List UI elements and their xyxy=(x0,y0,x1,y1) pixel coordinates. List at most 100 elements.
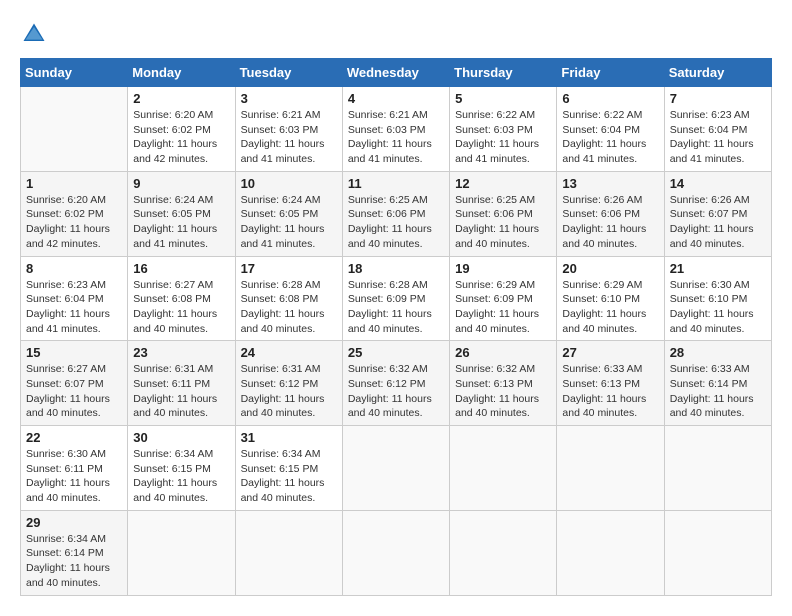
day-number: 3 xyxy=(241,91,337,106)
calendar-cell: 13 Sunrise: 6:26 AM Sunset: 6:06 PM Dayli… xyxy=(557,171,664,256)
calendar-cell: 29 Sunrise: 6:34 AM Sunset: 6:14 PM Dayli… xyxy=(21,510,128,595)
calendar-cell: 8 Sunrise: 6:23 AM Sunset: 6:04 PM Daylig… xyxy=(21,256,128,341)
day-info: Sunrise: 6:30 AM Sunset: 6:11 PM Dayligh… xyxy=(26,447,122,506)
day-number: 17 xyxy=(241,261,337,276)
day-info: Sunrise: 6:23 AM Sunset: 6:04 PM Dayligh… xyxy=(26,278,122,337)
day-number: 26 xyxy=(455,345,551,360)
calendar-cell: 3Sunrise: 6:21 AM Sunset: 6:03 PM Daylig… xyxy=(235,87,342,172)
day-info: Sunrise: 6:24 AM Sunset: 6:05 PM Dayligh… xyxy=(241,193,337,252)
calendar-cell xyxy=(557,510,664,595)
calendar-cell: 7 Sunrise: 6:23 AM Sunset: 6:04 PM Daylig… xyxy=(664,87,771,172)
day-number: 8 xyxy=(26,261,122,276)
day-info: Sunrise: 6:22 AM Sunset: 6:04 PM Dayligh… xyxy=(562,108,658,167)
day-number: 1 xyxy=(26,176,122,191)
day-number: 30 xyxy=(133,430,229,445)
calendar-cell xyxy=(557,426,664,511)
calendar-cell: 27Sunrise: 6:33 AM Sunset: 6:13 PM Dayli… xyxy=(557,341,664,426)
day-header-tuesday: Tuesday xyxy=(235,59,342,87)
week-row-2: 8 Sunrise: 6:23 AM Sunset: 6:04 PM Daylig… xyxy=(21,256,772,341)
day-number: 2 xyxy=(133,91,229,106)
day-number: 20 xyxy=(562,261,658,276)
day-number: 5 xyxy=(455,91,551,106)
calendar-cell: 21Sunrise: 6:30 AM Sunset: 6:10 PM Dayli… xyxy=(664,256,771,341)
day-info: Sunrise: 6:26 AM Sunset: 6:06 PM Dayligh… xyxy=(562,193,658,252)
day-info: Sunrise: 6:22 AM Sunset: 6:03 PM Dayligh… xyxy=(455,108,551,167)
calendar-cell xyxy=(664,426,771,511)
day-number: 15 xyxy=(26,345,122,360)
day-info: Sunrise: 6:25 AM Sunset: 6:06 PM Dayligh… xyxy=(348,193,444,252)
day-info: Sunrise: 6:20 AM Sunset: 6:02 PM Dayligh… xyxy=(26,193,122,252)
day-info: Sunrise: 6:26 AM Sunset: 6:07 PM Dayligh… xyxy=(670,193,766,252)
calendar-cell: 24 Sunrise: 6:31 AM Sunset: 6:12 PM Dayli… xyxy=(235,341,342,426)
day-number: 6 xyxy=(562,91,658,106)
calendar-cell: 11Sunrise: 6:25 AM Sunset: 6:06 PM Dayli… xyxy=(342,171,449,256)
calendar-cell: 16 Sunrise: 6:27 AM Sunset: 6:08 PM Dayli… xyxy=(128,256,235,341)
day-number: 16 xyxy=(133,261,229,276)
calendar-cell xyxy=(664,510,771,595)
week-row-1: 1 Sunrise: 6:20 AM Sunset: 6:02 PM Daylig… xyxy=(21,171,772,256)
week-row-4: 22 Sunrise: 6:30 AM Sunset: 6:11 PM Dayli… xyxy=(21,426,772,511)
calendar-cell xyxy=(128,510,235,595)
day-number: 22 xyxy=(26,430,122,445)
day-header-sunday: Sunday xyxy=(21,59,128,87)
day-number: 29 xyxy=(26,515,122,530)
day-info: Sunrise: 6:33 AM Sunset: 6:14 PM Dayligh… xyxy=(670,362,766,421)
day-info: Sunrise: 6:31 AM Sunset: 6:12 PM Dayligh… xyxy=(241,362,337,421)
day-info: Sunrise: 6:23 AM Sunset: 6:04 PM Dayligh… xyxy=(670,108,766,167)
day-number: 7 xyxy=(670,91,766,106)
day-info: Sunrise: 6:33 AM Sunset: 6:13 PM Dayligh… xyxy=(562,362,658,421)
calendar-cell: 5 Sunrise: 6:22 AM Sunset: 6:03 PM Daylig… xyxy=(450,87,557,172)
calendar-cell: 15 Sunrise: 6:27 AM Sunset: 6:07 PM Dayli… xyxy=(21,341,128,426)
calendar-cell: 10 Sunrise: 6:24 AM Sunset: 6:05 PM Dayli… xyxy=(235,171,342,256)
day-info: Sunrise: 6:25 AM Sunset: 6:06 PM Dayligh… xyxy=(455,193,551,252)
calendar-cell: 30 Sunrise: 6:34 AM Sunset: 6:15 PM Dayli… xyxy=(128,426,235,511)
calendar-cell: 2Sunrise: 6:20 AM Sunset: 6:02 PM Daylig… xyxy=(128,87,235,172)
calendar-cell: 18Sunrise: 6:28 AM Sunset: 6:09 PM Dayli… xyxy=(342,256,449,341)
day-header-saturday: Saturday xyxy=(664,59,771,87)
day-info: Sunrise: 6:32 AM Sunset: 6:12 PM Dayligh… xyxy=(348,362,444,421)
calendar-cell xyxy=(235,510,342,595)
calendar-cell: 19Sunrise: 6:29 AM Sunset: 6:09 PM Dayli… xyxy=(450,256,557,341)
day-header-monday: Monday xyxy=(128,59,235,87)
day-info: Sunrise: 6:34 AM Sunset: 6:14 PM Dayligh… xyxy=(26,532,122,591)
calendar-header-row: SundayMondayTuesdayWednesdayThursdayFrid… xyxy=(21,59,772,87)
calendar-table: SundayMondayTuesdayWednesdayThursdayFrid… xyxy=(20,58,772,596)
day-info: Sunrise: 6:29 AM Sunset: 6:09 PM Dayligh… xyxy=(455,278,551,337)
day-number: 10 xyxy=(241,176,337,191)
day-info: Sunrise: 6:27 AM Sunset: 6:07 PM Dayligh… xyxy=(26,362,122,421)
day-header-thursday: Thursday xyxy=(450,59,557,87)
week-row-5: 29 Sunrise: 6:34 AM Sunset: 6:14 PM Dayli… xyxy=(21,510,772,595)
day-info: Sunrise: 6:34 AM Sunset: 6:15 PM Dayligh… xyxy=(241,447,337,506)
day-number: 24 xyxy=(241,345,337,360)
calendar-cell xyxy=(342,510,449,595)
week-row-0: 2Sunrise: 6:20 AM Sunset: 6:02 PM Daylig… xyxy=(21,87,772,172)
day-number: 31 xyxy=(241,430,337,445)
day-info: Sunrise: 6:21 AM Sunset: 6:03 PM Dayligh… xyxy=(348,108,444,167)
day-header-friday: Friday xyxy=(557,59,664,87)
day-info: Sunrise: 6:34 AM Sunset: 6:15 PM Dayligh… xyxy=(133,447,229,506)
calendar-cell xyxy=(450,510,557,595)
day-number: 13 xyxy=(562,176,658,191)
calendar-cell: 25Sunrise: 6:32 AM Sunset: 6:12 PM Dayli… xyxy=(342,341,449,426)
day-number: 9 xyxy=(133,176,229,191)
day-number: 23 xyxy=(133,345,229,360)
calendar-cell: 28 Sunrise: 6:33 AM Sunset: 6:14 PM Dayli… xyxy=(664,341,771,426)
calendar-cell: 1 Sunrise: 6:20 AM Sunset: 6:02 PM Daylig… xyxy=(21,171,128,256)
calendar-cell: 22 Sunrise: 6:30 AM Sunset: 6:11 PM Dayli… xyxy=(21,426,128,511)
day-header-wednesday: Wednesday xyxy=(342,59,449,87)
page-header xyxy=(20,20,772,48)
day-number: 4 xyxy=(348,91,444,106)
calendar-cell: 17Sunrise: 6:28 AM Sunset: 6:08 PM Dayli… xyxy=(235,256,342,341)
logo-icon xyxy=(20,20,48,48)
calendar-cell: 9Sunrise: 6:24 AM Sunset: 6:05 PM Daylig… xyxy=(128,171,235,256)
day-number: 28 xyxy=(670,345,766,360)
calendar-cell: 20Sunrise: 6:29 AM Sunset: 6:10 PM Dayli… xyxy=(557,256,664,341)
calendar-cell: 31 Sunrise: 6:34 AM Sunset: 6:15 PM Dayli… xyxy=(235,426,342,511)
calendar-cell: 12 Sunrise: 6:25 AM Sunset: 6:06 PM Dayli… xyxy=(450,171,557,256)
week-row-3: 15 Sunrise: 6:27 AM Sunset: 6:07 PM Dayli… xyxy=(21,341,772,426)
calendar-cell xyxy=(21,87,128,172)
calendar-cell: 6 Sunrise: 6:22 AM Sunset: 6:04 PM Daylig… xyxy=(557,87,664,172)
day-info: Sunrise: 6:31 AM Sunset: 6:11 PM Dayligh… xyxy=(133,362,229,421)
day-number: 12 xyxy=(455,176,551,191)
day-info: Sunrise: 6:27 AM Sunset: 6:08 PM Dayligh… xyxy=(133,278,229,337)
